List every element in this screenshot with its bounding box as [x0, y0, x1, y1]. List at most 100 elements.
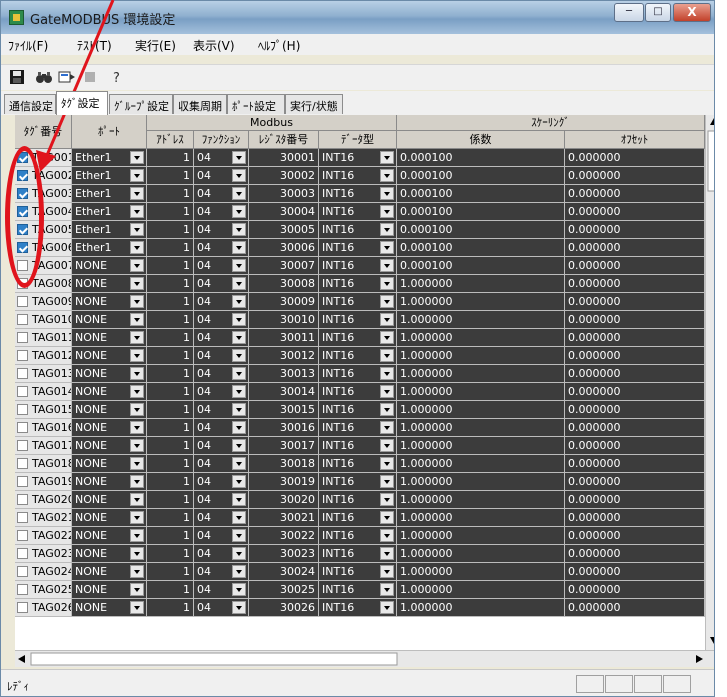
step-run-icon[interactable] [58, 69, 76, 86]
cell-offset[interactable]: 0.000000 [565, 239, 705, 257]
cell-tag[interactable]: TAG007 [15, 257, 72, 275]
cell-datatype[interactable]: INT16 [319, 293, 397, 311]
tag-enable-checkbox[interactable] [17, 404, 28, 415]
chevron-down-icon[interactable] [130, 529, 144, 542]
cell-datatype[interactable]: INT16 [319, 329, 397, 347]
chevron-down-icon[interactable] [380, 601, 394, 614]
cell-datatype[interactable]: INT16 [319, 527, 397, 545]
cell-offset[interactable]: 0.000000 [565, 275, 705, 293]
cell-offset[interactable]: 0.000000 [565, 509, 705, 527]
chevron-down-icon[interactable] [380, 259, 394, 272]
tag-enable-checkbox[interactable] [17, 530, 28, 541]
chevron-down-icon[interactable] [380, 583, 394, 596]
cell-address[interactable]: 1 [147, 347, 194, 365]
cell-address[interactable]: 1 [147, 491, 194, 509]
cell-coefficient[interactable]: 0.000100 [397, 167, 565, 185]
cell-tag[interactable]: TAG010 [15, 311, 72, 329]
cell-coefficient[interactable]: 0.000100 [397, 257, 565, 275]
header-address[interactable]: ｱﾄﾞﾚｽ [147, 131, 194, 149]
chevron-down-icon[interactable] [232, 583, 246, 596]
cell-address[interactable]: 1 [147, 383, 194, 401]
chevron-down-icon[interactable] [232, 421, 246, 434]
cell-register[interactable]: 30012 [249, 347, 319, 365]
tag-enable-checkbox[interactable] [17, 314, 28, 325]
chevron-down-icon[interactable] [130, 331, 144, 344]
cell-offset[interactable]: 0.000000 [565, 185, 705, 203]
chevron-down-icon[interactable] [232, 403, 246, 416]
cell-offset[interactable]: 0.000000 [565, 311, 705, 329]
cell-register[interactable]: 30005 [249, 221, 319, 239]
cell-address[interactable]: 1 [147, 455, 194, 473]
cell-port[interactable]: NONE [72, 401, 147, 419]
cell-register[interactable]: 30006 [249, 239, 319, 257]
cell-register[interactable]: 30018 [249, 455, 319, 473]
chevron-down-icon[interactable] [130, 403, 144, 416]
chevron-down-icon[interactable] [232, 475, 246, 488]
cell-port[interactable]: Ether1 [72, 221, 147, 239]
cell-offset[interactable]: 0.000000 [565, 437, 705, 455]
cell-port[interactable]: NONE [72, 545, 147, 563]
cell-coefficient[interactable]: 1.000000 [397, 347, 565, 365]
cell-function[interactable]: 04 [194, 455, 249, 473]
title-bar[interactable]: GateMODBUS 環境設定 ─ □ X [1, 1, 714, 34]
cell-offset[interactable]: 0.000000 [565, 365, 705, 383]
cell-offset[interactable]: 0.000000 [565, 203, 705, 221]
cell-function[interactable]: 04 [194, 383, 249, 401]
help-icon[interactable]: ? [109, 69, 127, 86]
cell-port[interactable]: NONE [72, 257, 147, 275]
cell-register[interactable]: 30016 [249, 419, 319, 437]
cell-offset[interactable]: 0.000000 [565, 419, 705, 437]
cell-address[interactable]: 1 [147, 311, 194, 329]
chevron-down-icon[interactable] [130, 295, 144, 308]
cell-port[interactable]: Ether1 [72, 203, 147, 221]
cell-datatype[interactable]: INT16 [319, 149, 397, 167]
cell-datatype[interactable]: INT16 [319, 509, 397, 527]
tag-enable-checkbox[interactable] [17, 512, 28, 523]
chevron-down-icon[interactable] [232, 331, 246, 344]
table-row[interactable]: TAG021 NONE 1 04 30021 INT16 1.000000 0.000000 [15, 509, 705, 527]
chevron-down-icon[interactable] [232, 187, 246, 200]
cell-tag[interactable]: TAG021 [15, 509, 72, 527]
cell-tag[interactable]: TAG016 [15, 419, 72, 437]
tag-enable-checkbox[interactable] [17, 458, 28, 469]
cell-register[interactable]: 30003 [249, 185, 319, 203]
cell-tag[interactable]: TAG004 [15, 203, 72, 221]
tag-enable-checkbox[interactable] [17, 584, 28, 595]
vertical-scrollbar[interactable] [705, 115, 714, 650]
cell-port[interactable]: Ether1 [72, 239, 147, 257]
cell-function[interactable]: 04 [194, 365, 249, 383]
cell-tag[interactable]: TAG018 [15, 455, 72, 473]
chevron-down-icon[interactable] [232, 295, 246, 308]
chevron-down-icon[interactable] [130, 259, 144, 272]
chevron-down-icon[interactable] [232, 511, 246, 524]
header-offset[interactable]: ｵﾌｾｯﾄ [565, 131, 705, 149]
cell-register[interactable]: 30015 [249, 401, 319, 419]
chevron-down-icon[interactable] [232, 223, 246, 236]
chevron-down-icon[interactable] [130, 277, 144, 290]
chevron-down-icon[interactable] [380, 349, 394, 362]
table-row[interactable]: TAG020 NONE 1 04 30020 INT16 1.000000 0.000000 [15, 491, 705, 509]
tag-enable-checkbox[interactable] [17, 332, 28, 343]
cell-tag[interactable]: TAG026 [15, 599, 72, 617]
cell-datatype[interactable]: INT16 [319, 491, 397, 509]
tag-enable-checkbox[interactable] [17, 206, 28, 217]
cell-function[interactable]: 04 [194, 491, 249, 509]
chevron-down-icon[interactable] [232, 169, 246, 182]
cell-function[interactable]: 04 [194, 257, 249, 275]
table-row[interactable]: TAG003 Ether1 1 04 30003 INT16 0.000100 0.00000… [15, 185, 705, 203]
cell-register[interactable]: 30022 [249, 527, 319, 545]
cell-function[interactable]: 04 [194, 563, 249, 581]
chevron-down-icon[interactable] [130, 385, 144, 398]
cell-datatype[interactable]: INT16 [319, 167, 397, 185]
cell-register[interactable]: 30011 [249, 329, 319, 347]
cell-tag[interactable]: TAG015 [15, 401, 72, 419]
chevron-down-icon[interactable] [130, 547, 144, 560]
chevron-down-icon[interactable] [380, 331, 394, 344]
cell-offset[interactable]: 0.000000 [565, 329, 705, 347]
cell-function[interactable]: 04 [194, 185, 249, 203]
cell-offset[interactable]: 0.000000 [565, 581, 705, 599]
cell-address[interactable]: 1 [147, 563, 194, 581]
tag-enable-checkbox[interactable] [17, 170, 28, 181]
cell-coefficient[interactable]: 1.000000 [397, 563, 565, 581]
horizontal-scrollbar[interactable] [15, 650, 714, 667]
